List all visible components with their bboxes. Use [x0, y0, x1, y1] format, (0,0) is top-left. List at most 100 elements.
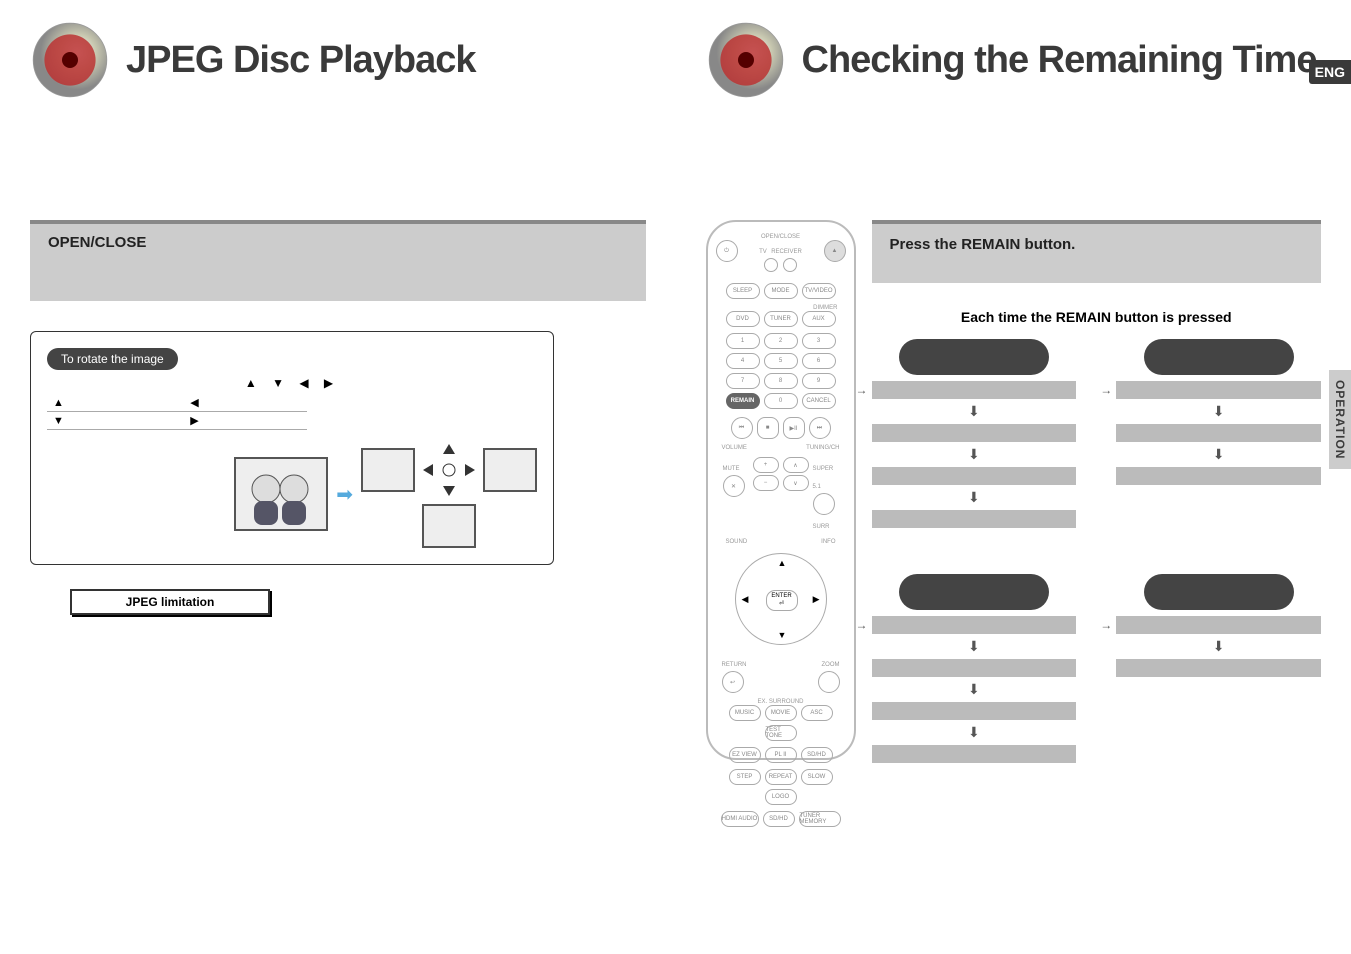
tunermemory-button[interactable]: TUNER MEMORY — [799, 811, 841, 827]
direction-pad-icon — [419, 440, 479, 500]
step-button[interactable]: STEP — [729, 769, 761, 785]
aux-button[interactable]: AUX — [802, 311, 836, 327]
num-8[interactable]: 8 — [764, 373, 798, 389]
remain-banner-label: Press the REMAIN button. — [890, 236, 1076, 253]
tv-label: TV — [759, 249, 767, 255]
slow-button[interactable]: SLOW — [801, 769, 833, 785]
open-close-button[interactable]: ▲ — [824, 240, 846, 262]
nav-pad[interactable]: ENTER⏎ ▲ ▼ ◀ ▶ — [735, 553, 827, 645]
tvvideo-button[interactable]: TV/VIDEO — [802, 283, 836, 299]
vol-down-button[interactable]: − — [753, 475, 779, 491]
num-9[interactable]: 9 — [802, 373, 836, 389]
sequence-bar — [872, 616, 1077, 634]
sample-photo-up — [361, 448, 415, 492]
sequence-column: → ⬇ — [1116, 574, 1321, 769]
rotate-image-panel: To rotate the image ▲ ▼ ◀ ▶ ▲ ◀ ▼ ▶ — [30, 331, 554, 565]
repeat-button[interactable]: REPEAT — [765, 769, 797, 785]
arrow-glyph-row: ▲ ▼ ◀ ▶ — [47, 376, 537, 390]
power-button[interactable]: ⏻ — [716, 240, 738, 262]
prev-button[interactable]: ⏮ — [731, 417, 753, 439]
num-0[interactable]: 0 — [764, 393, 798, 409]
num-1[interactable]: 1 — [726, 333, 760, 349]
jpeg-limitation-box: JPEG limitation — [70, 589, 270, 615]
super51-label: SUPER 5.1 — [813, 466, 834, 490]
mute-button[interactable]: ✕ — [723, 475, 745, 497]
arrow-down-icon: ⬇ — [1116, 403, 1321, 420]
info-label: INFO — [821, 539, 835, 545]
sequence-column: → ⬇ ⬇ — [1116, 339, 1321, 534]
rotate-image-tab: To rotate the image — [47, 348, 178, 370]
num-6[interactable]: 6 — [802, 353, 836, 369]
sequence-bar — [872, 702, 1077, 720]
hdmiaudio-button[interactable]: HDMI AUDIO — [721, 811, 759, 827]
remain-button[interactable]: REMAIN — [726, 393, 760, 409]
remain-banner: Press the REMAIN button. — [872, 220, 1322, 283]
nav-right-icon: ▶ — [813, 594, 820, 605]
mode-button[interactable]: MODE — [764, 283, 798, 299]
volume-label: VOLUME — [722, 445, 747, 451]
surr-label: SURR — [813, 524, 830, 530]
sdhd-button[interactable]: SD/HD — [801, 747, 833, 763]
sequence-bar — [872, 424, 1077, 442]
plii-button[interactable]: PL II — [765, 747, 797, 763]
stop-button[interactable]: ■ — [757, 417, 779, 439]
sleep-button[interactable]: SLEEP — [726, 283, 760, 299]
rotate-direction-table: ▲ ◀ ▼ ▶ — [47, 394, 307, 430]
asc-button[interactable]: ASC — [801, 705, 833, 721]
sample-photo-right — [483, 448, 537, 492]
arrow-down-icon: ⬇ — [872, 638, 1077, 655]
sequence-bar — [1116, 616, 1321, 634]
sound-label: SOUND — [726, 539, 748, 545]
num-4[interactable]: 4 — [726, 353, 760, 369]
cell-down: ▼ — [47, 412, 184, 430]
sequence-bar — [1116, 381, 1321, 399]
sequence-bar — [872, 659, 1077, 677]
nav-left-icon: ◀ — [742, 594, 749, 605]
vol-up-button[interactable]: + — [753, 457, 779, 473]
sequence-bar — [872, 381, 1077, 399]
tv-indicator — [764, 258, 778, 272]
ch-up-button[interactable]: ∧ — [783, 457, 809, 473]
next-button[interactable]: ⏭ — [809, 417, 831, 439]
super51-button[interactable] — [813, 493, 835, 515]
zoom-label: ZOOM — [822, 662, 840, 668]
zoom-button[interactable] — [818, 671, 840, 693]
arrow-down-icon: ⬇ — [872, 681, 1077, 698]
sdhd2-button[interactable]: SD/HD — [763, 811, 795, 827]
num-7[interactable]: 7 — [726, 373, 760, 389]
play-pause-button[interactable]: ▶II — [783, 417, 805, 439]
arrow-right-icon: → — [1100, 618, 1112, 632]
sample-photo-before — [234, 457, 328, 531]
sequence-header-pill — [899, 339, 1049, 375]
ch-down-button[interactable]: ∨ — [783, 475, 809, 491]
music-button[interactable]: MUSIC — [729, 705, 761, 721]
ezview-button[interactable]: EZ VIEW — [729, 747, 761, 763]
logo-button[interactable]: LOGO — [765, 789, 797, 805]
arrow-down-icon: ⬇ — [872, 403, 1077, 420]
enter-button[interactable]: ENTER⏎ — [766, 590, 798, 611]
num-5[interactable]: 5 — [764, 353, 798, 369]
num-2[interactable]: 2 — [764, 333, 798, 349]
cancel-button[interactable]: CANCEL — [802, 393, 836, 409]
remain-sequence-bottom: → ⬇ ⬇ ⬇ → — [872, 574, 1322, 769]
sequence-header-pill — [899, 574, 1049, 610]
movie-button[interactable]: MOVIE — [765, 705, 797, 721]
sequence-bar — [1116, 424, 1321, 442]
arrow-right-icon: → — [856, 383, 868, 397]
sequence-bar — [1116, 659, 1321, 677]
testtone-button[interactable]: TEST TONE — [765, 725, 797, 741]
num-3[interactable]: 3 — [802, 333, 836, 349]
arrow-right-icon: → — [856, 618, 868, 632]
cell-up: ▲ — [47, 394, 184, 412]
receiver-indicator — [783, 258, 797, 272]
arrow-right-icon: ➡ — [336, 482, 353, 507]
mute-label: MUTE — [723, 466, 740, 472]
tuning-label: TUNING/CH — [806, 445, 839, 451]
page-title: JPEG Disc Playback — [126, 39, 476, 82]
sequence-column: → ⬇ ⬇ ⬇ — [872, 574, 1077, 769]
arrow-down-icon: ⬇ — [872, 489, 1077, 506]
tuner-button[interactable]: TUNER — [764, 311, 798, 327]
return-button[interactable]: ↩ — [722, 671, 744, 693]
remain-subheading: Each time the REMAIN button is pressed — [872, 309, 1322, 325]
dvd-button[interactable]: DVD — [726, 311, 760, 327]
